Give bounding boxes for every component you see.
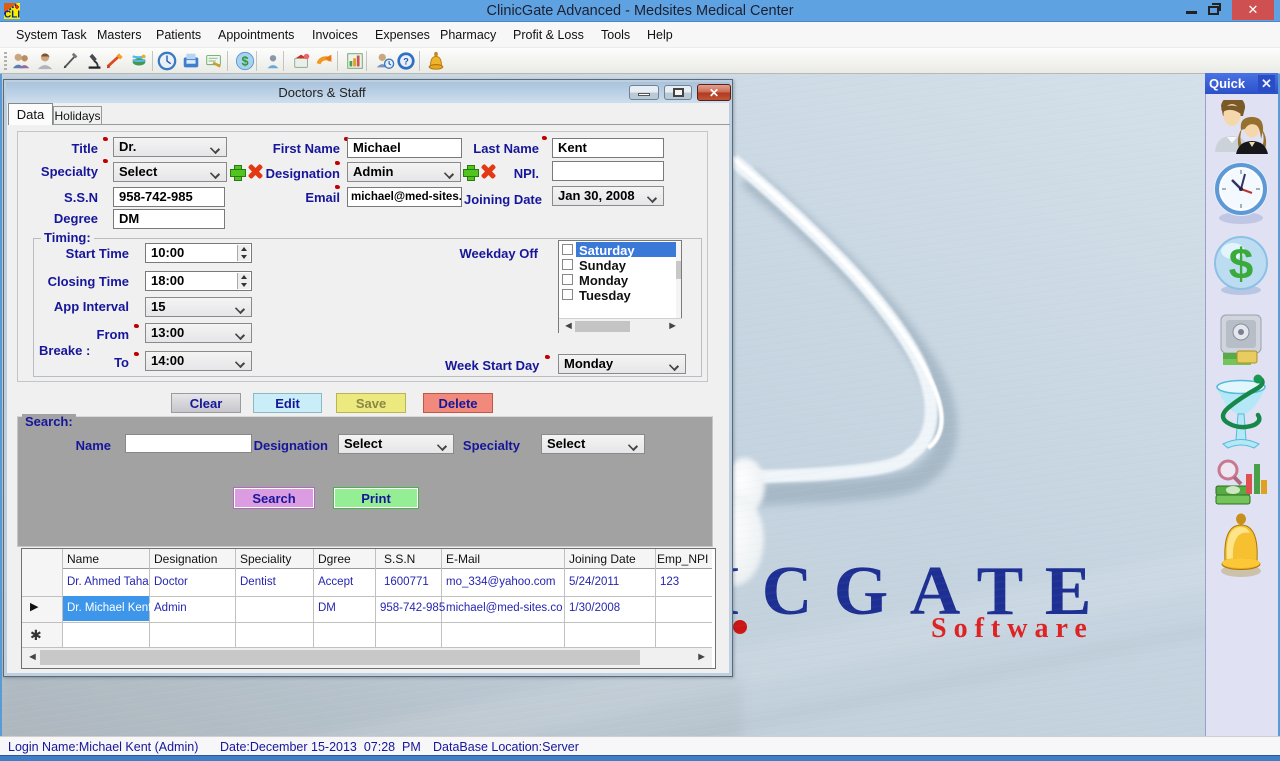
svg-text:$: $: [1229, 240, 1253, 289]
svg-text:?: ?: [403, 57, 409, 67]
svg-text:$: $: [241, 54, 248, 69]
